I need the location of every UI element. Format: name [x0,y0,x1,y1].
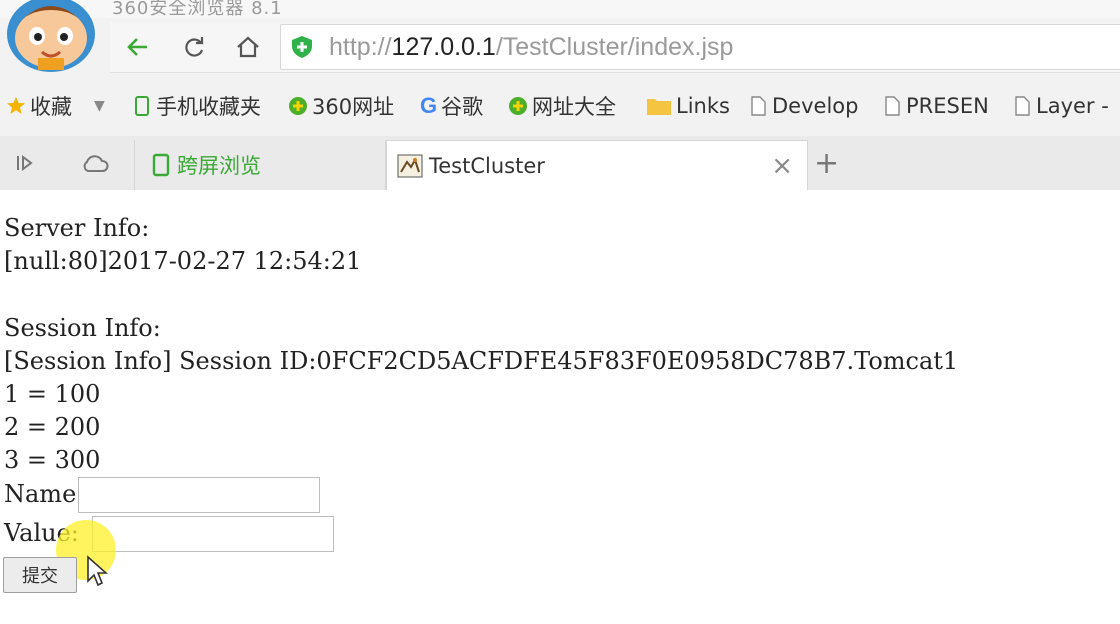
google-icon: G [420,93,438,118]
address-bar[interactable]: http://127.0.0.1/TestCluster/index.jsp [280,24,1120,70]
home-icon [237,36,259,58]
page-content: Server Info: [null:80]2017-02-27 12:54:2… [0,190,1120,624]
title-strip: 360安全浏览器 8.1 [0,0,1120,19]
bookmark-favorites[interactable]: 收藏 ▼ [6,92,105,120]
arrow-left-icon [127,38,147,56]
session-info-heading: Session Info: [4,314,161,342]
avatar[interactable] [4,0,98,72]
server-info-value: [null:80]2017-02-27 12:54:21 [4,247,362,275]
name-input[interactable] [78,477,320,513]
tab-label: 跨屏浏览 [177,154,261,178]
page-icon [1015,96,1030,116]
server-info-heading: Server Info: [4,214,150,242]
bookmark-label: 360网址 [312,95,395,119]
folder-icon [647,99,671,115]
phone-icon [152,153,170,177]
session-attribute: 2 = 200 [4,413,101,441]
phone-icon [135,96,149,116]
plus-circle-icon [509,97,527,115]
cloud-icon [83,155,109,172]
bookmark-label: 谷歌 [441,95,484,119]
star-icon [7,97,25,114]
bookmark-360[interactable]: 360网址 [288,92,394,120]
address-toolbar: http://127.0.0.1/TestCluster/index.jsp [110,22,1120,73]
cloud-sync-button[interactable] [80,148,110,178]
bookmark-label: Layer - [1036,94,1109,118]
submit-button[interactable]: 提交 [3,557,77,593]
name-label: Name: [4,480,85,508]
bookmark-url-directory[interactable]: 网址大全 [508,92,616,120]
mouse-pointer-icon [87,555,108,587]
chevron-down-icon[interactable]: ▼ [94,98,105,114]
plus-circle-icon [289,97,307,115]
session-info-value: [Session Info] Session ID:0FCF2CD5ACFDFE… [4,347,959,375]
reload-icon [185,37,204,57]
bookmarks-bar: 收藏 ▼ 手机收藏夹 360网址 G 谷歌 网址大全 Links Develop… [0,80,1120,132]
bookmark-label: 网址大全 [532,95,616,119]
bookmark-label: Develop [772,94,859,118]
bookmark-label: 收藏 [30,95,72,119]
value-input[interactable] [92,516,334,552]
close-icon[interactable]: × [771,151,793,181]
sidebar-toggle-icon [17,155,33,171]
tab-strip: 跨屏浏览 TestCluster × + [0,136,1120,191]
bookmark-google[interactable]: G 谷歌 [420,92,483,120]
reload-button[interactable] [176,30,212,64]
session-attribute: 1 = 100 [4,380,101,408]
session-attribute: 3 = 300 [4,446,101,474]
bookmark-label: 手机收藏夹 [156,95,261,119]
new-tab-button[interactable]: + [814,146,839,181]
security-shield-icon [292,36,312,58]
page-icon [885,96,900,116]
bookmark-label: Links [676,94,730,118]
tab-testcluster[interactable]: TestCluster × [386,140,808,191]
browser-chrome: 360安全浏览器 8.1 http://127.0.0.1/TestCluste… [0,0,1120,191]
back-button[interactable] [120,30,156,64]
bookmark-develop[interactable]: Develop [748,92,858,120]
url-scheme: http:// [329,33,392,61]
tomcat-favicon-icon [397,154,423,178]
bookmark-label: PRESEN [906,94,989,118]
window-title: 360安全浏览器 8.1 [112,0,283,19]
page-icon [751,96,766,116]
home-button[interactable] [230,30,266,64]
bookmark-links[interactable]: Links [646,92,730,120]
tab-label: TestCluster [429,154,545,178]
sidebar-toggle-button[interactable] [10,148,40,178]
bookmark-presen[interactable]: PRESEN [882,92,989,120]
tab-cross-screen[interactable]: 跨屏浏览 [134,140,386,190]
url-text: http://127.0.0.1/TestCluster/index.jsp [329,33,733,62]
bookmark-layer[interactable]: Layer - [1012,92,1109,120]
bookmark-mobile-favorites[interactable]: 手机收藏夹 [132,92,261,120]
url-host: 127.0.0.1 [391,33,496,61]
url-path: /TestCluster/index.jsp [495,33,734,61]
